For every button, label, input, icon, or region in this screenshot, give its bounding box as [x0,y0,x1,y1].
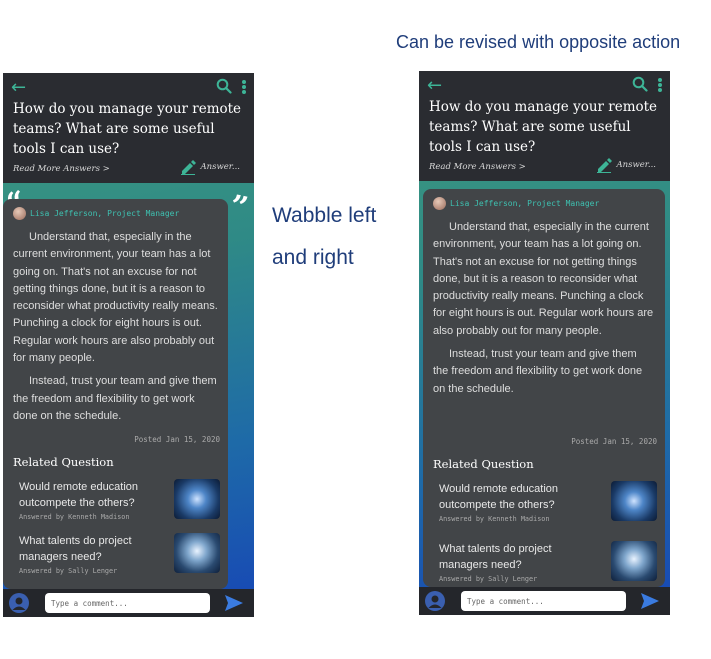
comment-input[interactable] [45,593,210,613]
related-question-heading: Related Question [433,457,534,471]
phone-screen-wobble: ← How do you manage your remote teams? W… [3,73,254,617]
send-icon[interactable] [224,594,244,612]
author-avatar [433,197,446,210]
related-question-item[interactable]: What talents do project managers need? A… [19,533,220,581]
comment-bar [419,587,670,615]
related-question-text: Would remote education outcompete the ot… [19,481,139,509]
related-question-answerer: Answered by Kenneth Madison [19,513,130,521]
posted-date: Posted Jan 15, 2020 [134,435,220,444]
posted-date: Posted Jan 15, 2020 [571,437,657,446]
answer-paragraph: Instead, trust your team and give them t… [13,375,217,422]
send-icon[interactable] [640,592,660,610]
more-options-icon[interactable] [242,80,246,94]
related-question-text: Would remote education outcompete the ot… [439,483,559,511]
answer-body: Understand that, especially in the curre… [433,219,655,404]
question-header: ← How do you manage your remote teams? W… [419,71,670,181]
caption-wabble-line2: and right [272,246,354,269]
author-name: Lisa Jefferson, Project Manager [30,209,180,218]
related-question-text: What talents do project managers need? [439,543,552,571]
phone-screen-resting: ← How do you manage your remote teams? W… [419,71,670,615]
question-title: How do you manage your remote teams? Wha… [13,101,242,157]
user-avatar-icon[interactable] [9,593,29,613]
comment-input[interactable] [461,591,626,611]
related-question-item[interactable]: Would remote education outcompete the ot… [439,481,657,529]
related-question-thumbnail [611,541,657,581]
answer-card: Lisa Jefferson, Project Manager Understa… [423,189,665,587]
back-arrow-icon[interactable]: ← [11,79,26,97]
user-avatar-icon[interactable] [425,591,445,611]
caption-opposite-action: Can be revised with opposite action [396,32,681,52]
answer-paragraph: Understand that, especially in the curre… [433,221,654,337]
related-question-thumbnail [174,479,220,519]
related-question-item[interactable]: Would remote education outcompete the ot… [19,479,220,527]
more-options-icon[interactable] [658,78,662,92]
answer-paragraph: Understand that, especially in the curre… [13,231,218,365]
related-question-answerer: Answered by Sally Lenger [439,575,538,583]
search-icon[interactable] [632,76,648,92]
author-name: Lisa Jefferson, Project Manager [450,199,600,208]
answer-author[interactable]: Lisa Jefferson, Project Manager [13,207,179,220]
answer-button[interactable]: Answer... [180,159,240,175]
answer-paragraph: Instead, trust your team and give them t… [433,348,643,395]
read-more-link[interactable]: Read More Answers > [13,164,110,174]
answer-author[interactable]: Lisa Jefferson, Project Manager [433,197,599,210]
related-question-item[interactable]: What talents do project managers need? A… [439,541,657,587]
read-more-link[interactable]: Read More Answers > [429,162,526,172]
related-question-answerer: Answered by Sally Lenger [19,567,118,575]
back-arrow-icon[interactable]: ← [427,77,442,95]
answer-label: Answer... [616,160,656,170]
related-question-answerer: Answered by Kenneth Madison [439,515,550,523]
close-quote-icon: ” [226,188,251,227]
answer-body: Understand that, especially in the curre… [13,229,218,431]
related-question-thumbnail [174,533,220,573]
pencil-icon [181,160,197,175]
answer-button[interactable]: Answer... [596,157,656,173]
comment-bar [3,589,254,617]
answer-card: Lisa Jefferson, Project Manager Understa… [3,199,228,589]
related-question-thumbnail [611,481,657,521]
search-icon[interactable] [216,78,232,94]
related-question-text: What talents do project managers need? [19,535,132,563]
related-question-heading: Related Question [13,455,114,469]
caption-wabble-line1: Wabble left [272,204,377,227]
author-avatar [13,207,26,220]
answer-label: Answer... [200,162,240,172]
pencil-icon [597,158,613,173]
question-title: How do you manage your remote teams? Wha… [429,99,658,155]
question-header: ← How do you manage your remote teams? W… [3,73,254,183]
